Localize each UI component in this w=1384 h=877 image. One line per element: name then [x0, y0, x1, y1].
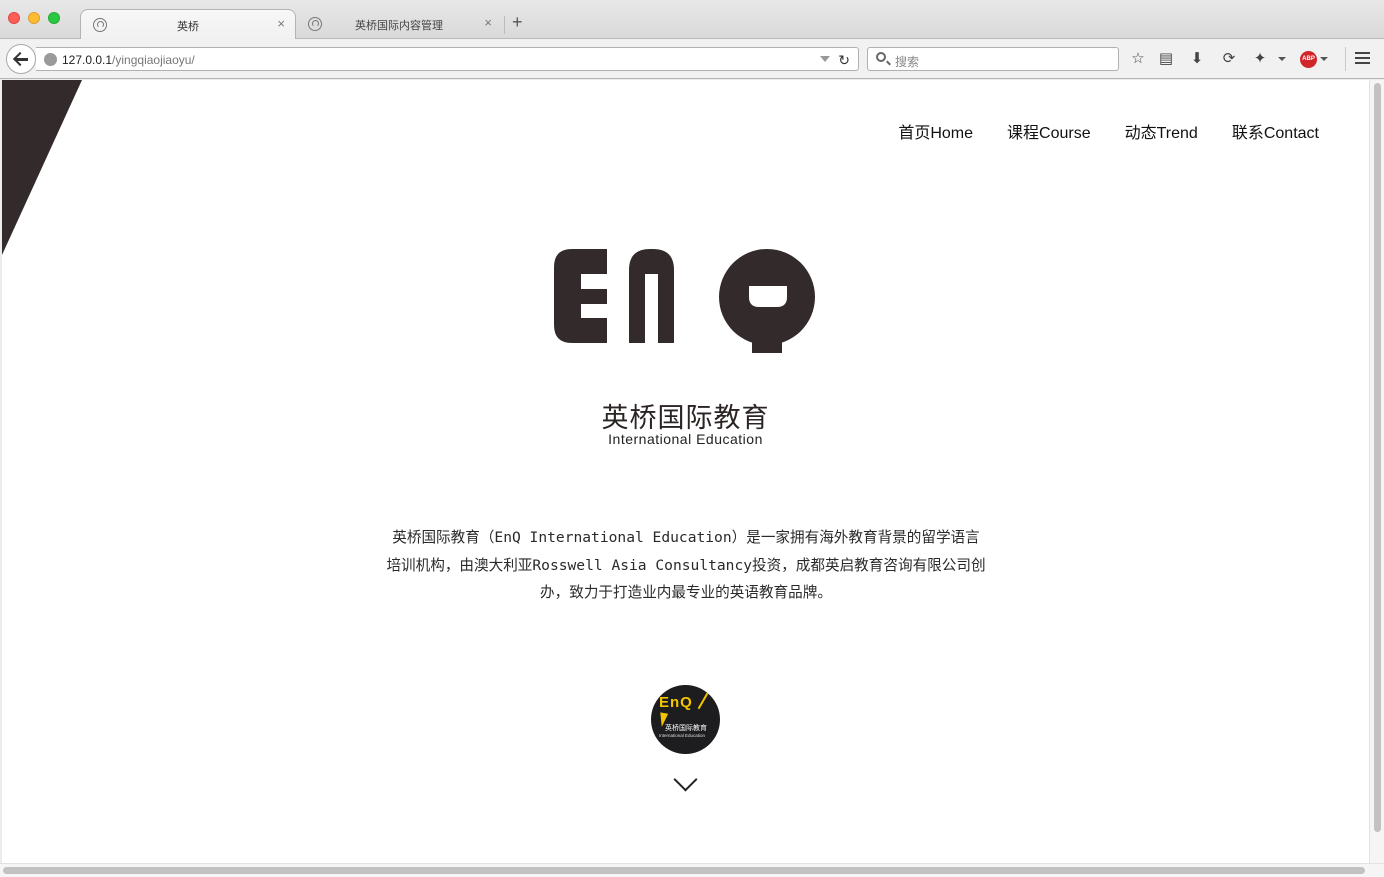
window-maximize-button[interactable] [48, 12, 60, 24]
browser-tab-inactive[interactable]: 英桥国际内容管理 × [296, 9, 502, 39]
enq-badge-logo[interactable]: EnQ 英桥国际教育 International Education [651, 685, 720, 754]
badge-cn-text: 英桥国际教育 [665, 725, 707, 732]
url-host: 127.0.0.1 [62, 53, 113, 67]
tab-favicon-icon [308, 17, 322, 31]
history-dropdown-icon[interactable] [820, 56, 830, 62]
vertical-scrollbar[interactable] [1369, 80, 1384, 863]
browser-toolbar: 127.0.0.1/yingqiaojiaoyu/ ↻ 搜索 ☆ ▤ ⬇ ⟳ ✦… [0, 39, 1384, 79]
extension-dropdown-icon[interactable] [1278, 57, 1286, 61]
toolbar-divider [1345, 47, 1346, 71]
new-tab-button[interactable]: + [512, 13, 523, 31]
search-placeholder: 搜索 [895, 55, 920, 69]
badge-enq-text: EnQ [659, 694, 693, 711]
address-bar[interactable]: 127.0.0.1/yingqiaojiaoyu/ ↻ [36, 47, 859, 71]
extension-icon[interactable]: ✦ [1251, 50, 1269, 68]
nav-home-link[interactable]: 首页Home [898, 119, 973, 143]
reading-list-icon[interactable]: ▤ [1157, 50, 1175, 68]
browser-tab-active[interactable]: 英桥 × [80, 9, 296, 39]
brand-title-en: International Education [608, 431, 763, 447]
scroll-down-chevron-icon[interactable] [673, 767, 698, 792]
tab-close-icon[interactable]: × [277, 16, 285, 31]
tab-close-icon[interactable]: × [484, 15, 492, 30]
back-button[interactable] [6, 44, 36, 74]
address-text[interactable]: 127.0.0.1/yingqiaojiaoyu/ [62, 53, 195, 67]
nav-course-link[interactable]: 课程Course [1007, 119, 1091, 143]
adblock-icon[interactable]: ABP [1300, 51, 1317, 68]
horizontal-scrollbar[interactable] [0, 863, 1384, 877]
reload-icon[interactable]: ↻ [838, 52, 850, 69]
badge-slash-icon [697, 692, 709, 710]
nav-contact-link[interactable]: 联系Contact [1232, 119, 1319, 143]
browser-titlebar: 英桥 × 英桥国际内容管理 × + [0, 0, 1384, 39]
window-minimize-button[interactable] [28, 12, 40, 24]
search-icon [876, 52, 886, 62]
vertical-scroll-thumb[interactable] [1374, 83, 1381, 832]
window-close-button[interactable] [8, 12, 20, 24]
intro-paragraph: 英桥国际教育（EnQ International Education）是一家拥有… [386, 529, 986, 601]
menu-icon[interactable] [1355, 52, 1370, 64]
tab-title: 英桥 [177, 21, 199, 33]
nav-trend-link[interactable]: 动态Trend [1125, 119, 1198, 143]
brand-title-cn: 英桥国际教育 [601, 403, 770, 433]
enq-logo [554, 249, 815, 353]
download-icon[interactable]: ⬇ [1188, 50, 1206, 68]
bookmark-star-icon[interactable]: ☆ [1129, 50, 1147, 68]
sync-icon[interactable]: ⟳ [1220, 50, 1238, 68]
site-identity-icon[interactable] [44, 53, 57, 66]
page-viewport: 首页Home 课程Course 动态Trend 联系Contact 英桥国际教育… [2, 80, 1369, 863]
horizontal-scroll-thumb[interactable] [3, 867, 1365, 874]
tab-divider [504, 16, 505, 34]
site-nav: 首页Home 课程Course 动态Trend 联系Contact [898, 119, 1319, 143]
adblock-dropdown-icon[interactable] [1320, 57, 1328, 61]
url-path: /yingqiaojiaoyu/ [112, 53, 195, 67]
badge-en-text: International Education [659, 733, 706, 738]
corner-decoration [2, 80, 82, 255]
tab-title: 英桥国际内容管理 [355, 20, 443, 32]
search-bar[interactable]: 搜索 [867, 47, 1119, 71]
